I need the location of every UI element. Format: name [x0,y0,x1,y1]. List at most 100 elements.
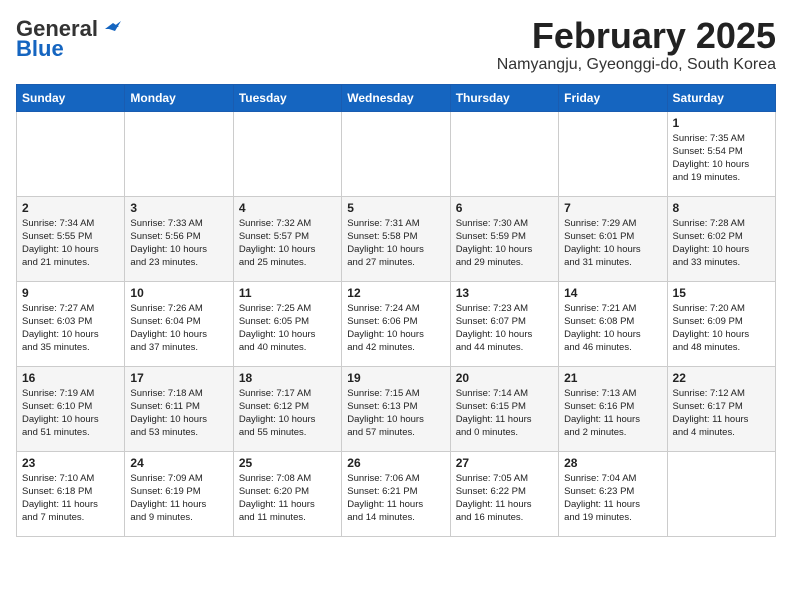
logo: General Blue [16,16,122,62]
weekday-header-wednesday: Wednesday [342,84,450,111]
day-info: Sunrise: 7:18 AM Sunset: 6:11 PM Dayligh… [130,387,227,440]
calendar-week-row: 16 Sunrise: 7:19 AM Sunset: 6:10 PM Dayli… [17,366,776,451]
day-number: 17 [130,371,227,385]
calendar-title-block: February 2025 Namyangju, Gyeonggi-do, So… [497,16,776,74]
day-number: 23 [22,456,119,470]
day-info: Sunrise: 7:13 AM Sunset: 6:16 PM Dayligh… [564,387,661,440]
day-info: Sunrise: 7:19 AM Sunset: 6:10 PM Dayligh… [22,387,119,440]
day-info: Sunrise: 7:35 AM Sunset: 5:54 PM Dayligh… [673,132,770,185]
day-number: 3 [130,201,227,215]
day-info: Sunrise: 7:17 AM Sunset: 6:12 PM Dayligh… [239,387,336,440]
day-info: Sunrise: 7:04 AM Sunset: 6:23 PM Dayligh… [564,472,661,525]
day-info: Sunrise: 7:20 AM Sunset: 6:09 PM Dayligh… [673,302,770,355]
day-number: 27 [456,456,553,470]
calendar-cell: 2 Sunrise: 7:34 AM Sunset: 5:55 PM Daylig… [17,196,125,281]
weekday-header-saturday: Saturday [667,84,775,111]
day-info: Sunrise: 7:27 AM Sunset: 6:03 PM Dayligh… [22,302,119,355]
day-info: Sunrise: 7:25 AM Sunset: 6:05 PM Dayligh… [239,302,336,355]
calendar-cell: 9Sunrise: 7:27 AM Sunset: 6:03 PM Daylig… [17,281,125,366]
calendar-cell: 7 Sunrise: 7:29 AM Sunset: 6:01 PM Daylig… [559,196,667,281]
day-info: Sunrise: 7:32 AM Sunset: 5:57 PM Dayligh… [239,217,336,270]
calendar-cell: 3 Sunrise: 7:33 AM Sunset: 5:56 PM Daylig… [125,196,233,281]
calendar-cell: 13Sunrise: 7:23 AM Sunset: 6:07 PM Dayli… [450,281,558,366]
calendar-cell: 14 Sunrise: 7:21 AM Sunset: 6:08 PM Dayli… [559,281,667,366]
day-number: 10 [130,286,227,300]
calendar-cell: 8 Sunrise: 7:28 AM Sunset: 6:02 PM Daylig… [667,196,775,281]
calendar-cell: 17 Sunrise: 7:18 AM Sunset: 6:11 PM Dayli… [125,366,233,451]
day-info: Sunrise: 7:08 AM Sunset: 6:20 PM Dayligh… [239,472,336,525]
day-number: 13 [456,286,553,300]
weekday-header-row: SundayMondayTuesdayWednesdayThursdayFrid… [17,84,776,111]
day-info: Sunrise: 7:14 AM Sunset: 6:15 PM Dayligh… [456,387,553,440]
weekday-header-tuesday: Tuesday [233,84,341,111]
day-info: Sunrise: 7:28 AM Sunset: 6:02 PM Dayligh… [673,217,770,270]
logo-bird-icon [99,21,121,37]
day-number: 6 [456,201,553,215]
day-number: 12 [347,286,444,300]
location-subtitle: Namyangju, Gyeonggi-do, South Korea [497,56,776,74]
calendar-week-row: 23 Sunrise: 7:10 AM Sunset: 6:18 PM Dayli… [17,451,776,536]
calendar-cell: 27 Sunrise: 7:05 AM Sunset: 6:22 PM Dayli… [450,451,558,536]
day-number: 22 [673,371,770,385]
day-info: Sunrise: 7:05 AM Sunset: 6:22 PM Dayligh… [456,472,553,525]
calendar-table: SundayMondayTuesdayWednesdayThursdayFrid… [16,84,776,537]
day-number: 28 [564,456,661,470]
calendar-week-row: 2 Sunrise: 7:34 AM Sunset: 5:55 PM Daylig… [17,196,776,281]
calendar-cell: 25 Sunrise: 7:08 AM Sunset: 6:20 PM Dayli… [233,451,341,536]
calendar-cell: 28 Sunrise: 7:04 AM Sunset: 6:23 PM Dayli… [559,451,667,536]
weekday-header-friday: Friday [559,84,667,111]
day-info: Sunrise: 7:26 AM Sunset: 6:04 PM Dayligh… [130,302,227,355]
day-info: Sunrise: 7:10 AM Sunset: 6:18 PM Dayligh… [22,472,119,525]
calendar-cell [17,111,125,196]
day-info: Sunrise: 7:30 AM Sunset: 5:59 PM Dayligh… [456,217,553,270]
day-info: Sunrise: 7:09 AM Sunset: 6:19 PM Dayligh… [130,472,227,525]
day-number: 19 [347,371,444,385]
day-number: 16 [22,371,119,385]
day-info: Sunrise: 7:34 AM Sunset: 5:55 PM Dayligh… [22,217,119,270]
calendar-cell: 18 Sunrise: 7:17 AM Sunset: 6:12 PM Dayli… [233,366,341,451]
day-number: 4 [239,201,336,215]
day-info: Sunrise: 7:15 AM Sunset: 6:13 PM Dayligh… [347,387,444,440]
day-number: 24 [130,456,227,470]
weekday-header-sunday: Sunday [17,84,125,111]
logo-blue: Blue [16,36,64,62]
calendar-cell: 5Sunrise: 7:31 AM Sunset: 5:58 PM Daylig… [342,196,450,281]
day-number: 1 [673,116,770,130]
calendar-header: SundayMondayTuesdayWednesdayThursdayFrid… [17,84,776,111]
calendar-cell: 21 Sunrise: 7:13 AM Sunset: 6:16 PM Dayli… [559,366,667,451]
month-title: February 2025 [497,16,776,56]
day-number: 14 [564,286,661,300]
day-number: 2 [22,201,119,215]
day-number: 21 [564,371,661,385]
day-number: 11 [239,286,336,300]
day-number: 15 [673,286,770,300]
calendar-cell [125,111,233,196]
calendar-cell: 26Sunrise: 7:06 AM Sunset: 6:21 PM Dayli… [342,451,450,536]
calendar-cell: 15 Sunrise: 7:20 AM Sunset: 6:09 PM Dayli… [667,281,775,366]
calendar-cell: 6 Sunrise: 7:30 AM Sunset: 5:59 PM Daylig… [450,196,558,281]
day-info: Sunrise: 7:12 AM Sunset: 6:17 PM Dayligh… [673,387,770,440]
weekday-header-thursday: Thursday [450,84,558,111]
weekday-header-monday: Monday [125,84,233,111]
calendar-cell: 1 Sunrise: 7:35 AM Sunset: 5:54 PM Daylig… [667,111,775,196]
day-info: Sunrise: 7:33 AM Sunset: 5:56 PM Dayligh… [130,217,227,270]
calendar-week-row: 9Sunrise: 7:27 AM Sunset: 6:03 PM Daylig… [17,281,776,366]
day-number: 8 [673,201,770,215]
calendar-cell [559,111,667,196]
calendar-cell: 12 Sunrise: 7:24 AM Sunset: 6:06 PM Dayli… [342,281,450,366]
day-info: Sunrise: 7:31 AM Sunset: 5:58 PM Dayligh… [347,217,444,270]
calendar-cell: 10 Sunrise: 7:26 AM Sunset: 6:04 PM Dayli… [125,281,233,366]
calendar-cell [342,111,450,196]
calendar-week-row: 1 Sunrise: 7:35 AM Sunset: 5:54 PM Daylig… [17,111,776,196]
calendar-cell: 19 Sunrise: 7:15 AM Sunset: 6:13 PM Dayli… [342,366,450,451]
day-info: Sunrise: 7:29 AM Sunset: 6:01 PM Dayligh… [564,217,661,270]
calendar-cell: 22 Sunrise: 7:12 AM Sunset: 6:17 PM Dayli… [667,366,775,451]
calendar-cell: 24 Sunrise: 7:09 AM Sunset: 6:19 PM Dayli… [125,451,233,536]
day-number: 7 [564,201,661,215]
day-info: Sunrise: 7:21 AM Sunset: 6:08 PM Dayligh… [564,302,661,355]
day-number: 18 [239,371,336,385]
day-number: 25 [239,456,336,470]
calendar-cell: 11 Sunrise: 7:25 AM Sunset: 6:05 PM Dayli… [233,281,341,366]
day-info: Sunrise: 7:24 AM Sunset: 6:06 PM Dayligh… [347,302,444,355]
day-number: 20 [456,371,553,385]
